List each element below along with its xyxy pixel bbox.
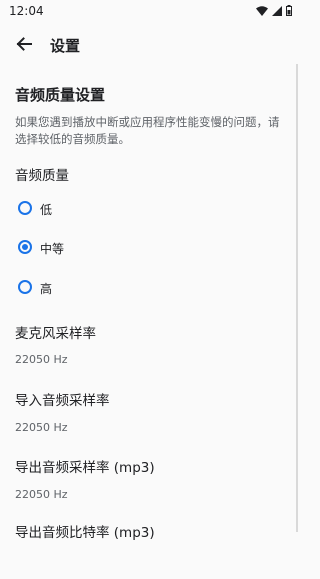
- signal-icon: [272, 5, 282, 16]
- audio-quality-title: 音频质量: [15, 168, 69, 184]
- status-bar: 12:04: [0, 0, 300, 24]
- scrollbar[interactable]: [296, 64, 298, 532]
- pref-value: 22050 Hz: [15, 488, 68, 501]
- radio-option-medium[interactable]: 中等: [0, 232, 290, 266]
- pref-title: 导出音频比特率 (mp3): [15, 525, 155, 541]
- pref-title: 导入音频采样率: [15, 393, 110, 409]
- radio-option-low[interactable]: 低: [0, 193, 290, 227]
- battery-icon: [286, 5, 292, 16]
- radio-button[interactable]: [18, 201, 32, 215]
- radio-option-high[interactable]: 高: [0, 272, 290, 306]
- pref-export-bitrate[interactable]: 导出音频比特率 (mp3): [0, 517, 290, 579]
- status-icons: [256, 5, 292, 16]
- pref-mic-sample-rate[interactable]: 麦克风采样率 22050 Hz: [0, 314, 290, 376]
- section-title: 音频质量设置: [15, 86, 106, 104]
- app-bar: 设置: [0, 24, 300, 64]
- pref-value: 22050 Hz: [15, 353, 68, 366]
- radio-label: 高: [40, 282, 53, 296]
- radio-button[interactable]: [18, 280, 32, 294]
- pref-title: 麦克风采样率: [15, 326, 96, 342]
- radio-button-checked[interactable]: [18, 240, 32, 254]
- back-button[interactable]: [10, 30, 38, 58]
- pref-title: 导出音频采样率 (mp3): [15, 460, 155, 476]
- radio-label: 低: [40, 203, 53, 217]
- arrow-back-icon: [16, 37, 32, 51]
- radio-label: 中等: [40, 242, 65, 256]
- pref-value: 22050 Hz: [15, 421, 68, 434]
- wifi-icon: [256, 5, 268, 16]
- pref-import-sample-rate[interactable]: 导入音频采样率 22050 Hz: [0, 382, 290, 444]
- page-title: 设置: [50, 37, 81, 55]
- pref-export-sample-rate[interactable]: 导出音频采样率 (mp3) 22050 Hz: [0, 449, 290, 511]
- status-time: 12:04: [9, 4, 44, 18]
- section-description: 如果您遇到播放中断或应用程序性能变慢的问题，请选择较低的音频质量。: [15, 115, 280, 146]
